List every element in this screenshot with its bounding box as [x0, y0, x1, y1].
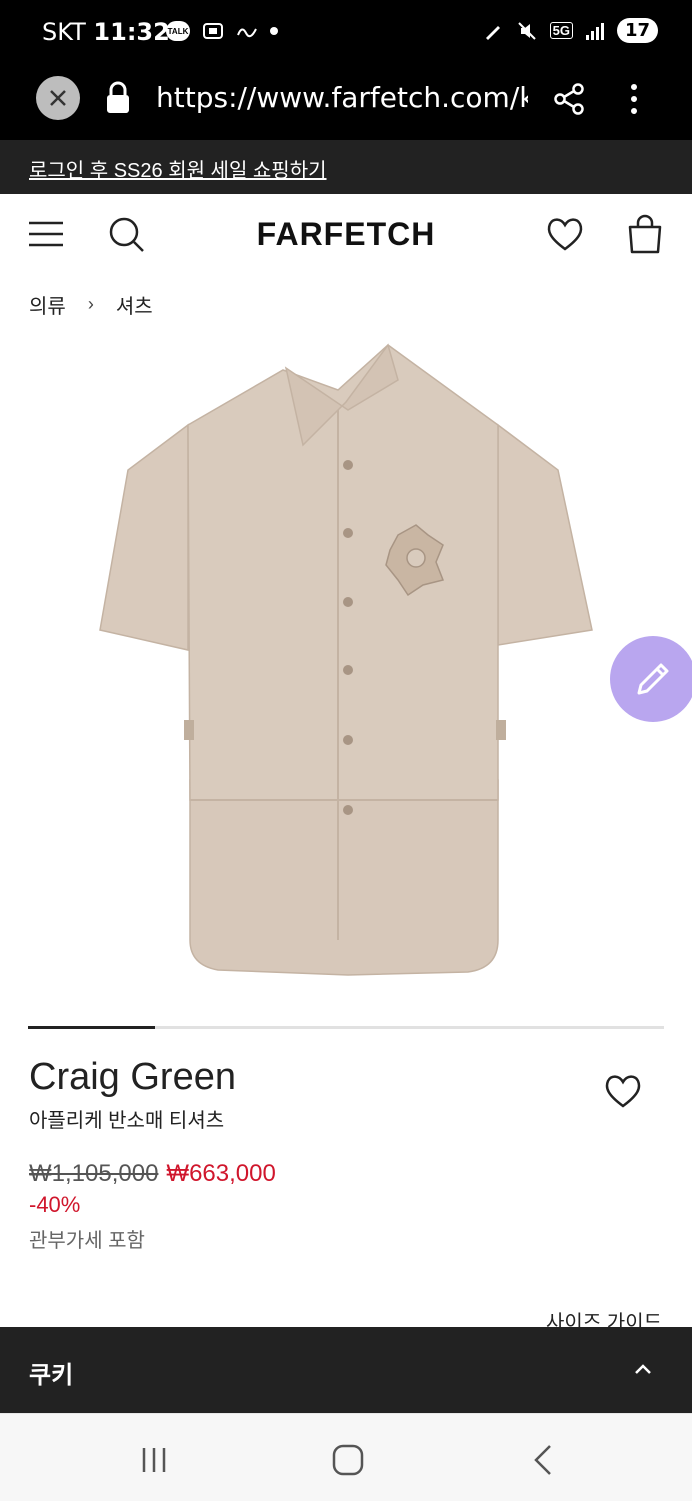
- add-to-wishlist-heart-icon[interactable]: [604, 1073, 642, 1109]
- status-bar: SKT 11:32 TALK 5G 17: [0, 0, 692, 64]
- cookie-title: 쿠키: [29, 1362, 74, 1389]
- status-time: SKT 11:32: [42, 18, 170, 46]
- lock-icon[interactable]: [104, 80, 132, 116]
- signal-icon: [585, 22, 604, 40]
- price-row: ₩1,105,000 ₩663,000: [29, 1160, 276, 1188]
- carrier-label: SKT: [42, 18, 86, 46]
- shopping-bag-icon[interactable]: [626, 214, 664, 254]
- mute-icon: [517, 21, 536, 40]
- product-name: 아플리케 반소매 티셔츠: [29, 1110, 225, 1132]
- screenshot-icon: [203, 23, 223, 39]
- network-5g-icon: 5G: [549, 22, 573, 39]
- system-navigation-bar: [0, 1413, 692, 1501]
- tax-note: 관부가세 포함: [29, 1230, 145, 1252]
- breadcrumb: 의류 › 셔츠: [29, 290, 153, 319]
- product-image[interactable]: [98, 340, 594, 980]
- shirt-right-sleeve: [497, 423, 593, 646]
- shirt-body: [187, 344, 499, 801]
- url-field[interactable]: https://www.farfetch.com/kr/: [156, 81, 528, 114]
- kakaotalk-icon: TALK: [166, 21, 190, 41]
- home-icon[interactable]: [332, 1444, 364, 1476]
- status-system-icons: 5G 17: [482, 18, 658, 43]
- gallery-progress-fill: [28, 1026, 156, 1029]
- site-header: FARFETCH: [0, 194, 692, 276]
- shirt-button: [343, 805, 353, 815]
- original-price: ₩1,105,000: [29, 1160, 159, 1187]
- farfetch-logo[interactable]: FARFETCH: [0, 216, 692, 253]
- battery-icon: 17: [616, 18, 658, 43]
- close-icon: [50, 90, 66, 106]
- promo-link[interactable]: 로그인 후 SS26 회원 세일 쇼핑하기: [29, 154, 327, 183]
- breadcrumb-item-shirts[interactable]: 셔츠: [116, 290, 153, 319]
- promo-banner[interactable]: 로그인 후 SS26 회원 세일 쇼핑하기: [0, 140, 692, 194]
- browser-toolbar: https://www.farfetch.com/kr/: [0, 64, 692, 140]
- status-notification-icons: TALK: [166, 20, 278, 42]
- wishlist-heart-icon[interactable]: [546, 216, 584, 252]
- chevron-up-icon[interactable]: [634, 1363, 652, 1375]
- discount-badge: -40%: [29, 1192, 81, 1217]
- sale-price: ₩663,000: [166, 1160, 276, 1187]
- gallery-progress-track: [28, 1026, 664, 1029]
- shirt-button: [343, 528, 353, 538]
- shirt-button: [343, 665, 353, 675]
- shirt-button: [343, 735, 353, 745]
- shirt-button: [343, 597, 353, 607]
- more-vertical-icon[interactable]: [624, 82, 644, 116]
- breadcrumb-separator: ›: [87, 294, 94, 314]
- edit-icon: [485, 25, 500, 40]
- floating-edit-button[interactable]: [610, 636, 692, 722]
- shirt-button: [343, 460, 353, 470]
- shirt-left-sleeve: [99, 423, 189, 651]
- breadcrumb-item-clothing[interactable]: 의류: [29, 290, 66, 319]
- back-icon[interactable]: [532, 1444, 554, 1476]
- pencil-icon: [637, 663, 669, 695]
- more-notifications-dot: [270, 27, 278, 35]
- app-notification-icon: [237, 28, 257, 38]
- share-icon[interactable]: [552, 82, 586, 116]
- recent-apps-icon[interactable]: [140, 1446, 168, 1474]
- close-tab-button[interactable]: [36, 76, 80, 120]
- product-brand[interactable]: Craig Green: [29, 1056, 236, 1099]
- cookie-banner[interactable]: 쿠키: [0, 1327, 692, 1413]
- clock: 11:32: [93, 18, 170, 46]
